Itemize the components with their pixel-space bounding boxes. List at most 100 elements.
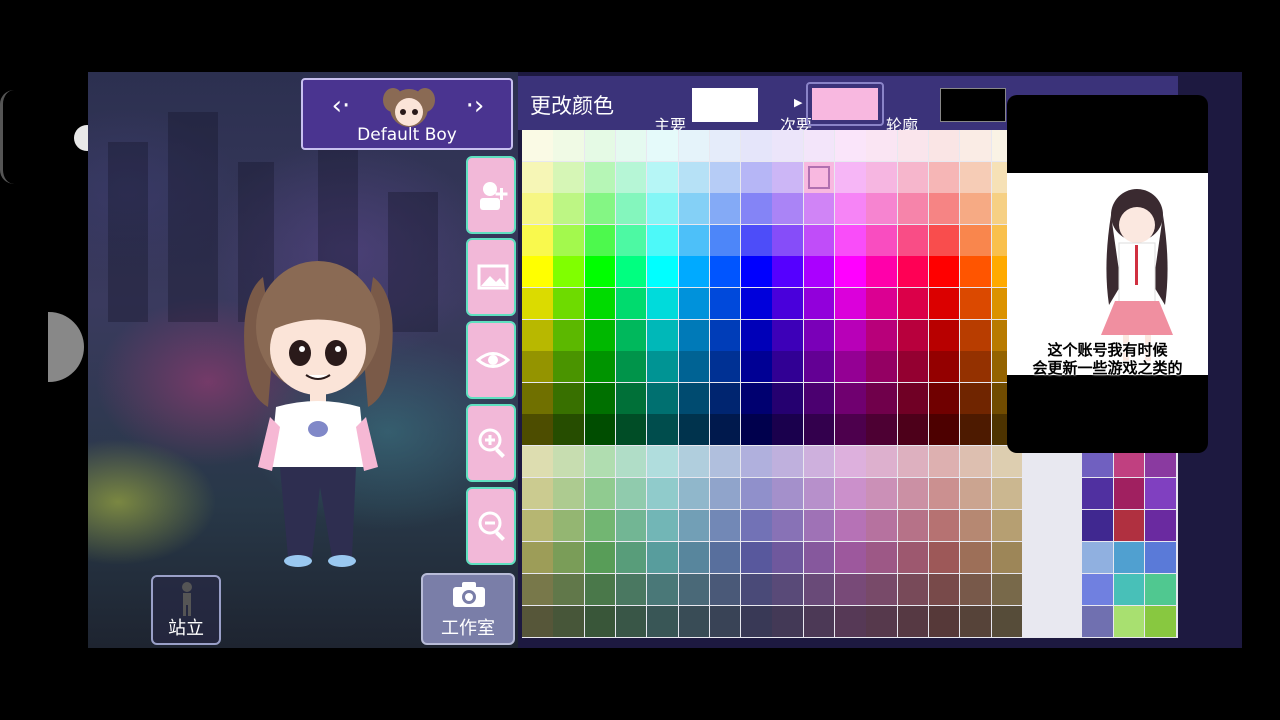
palette-cell[interactable] [803, 414, 835, 446]
palette-cell[interactable] [584, 288, 616, 319]
palette-cell[interactable] [709, 319, 741, 351]
palette-cell[interactable] [647, 288, 678, 319]
palette-cell[interactable] [741, 288, 772, 319]
palette-cell[interactable] [615, 224, 647, 256]
palette-cell[interactable] [709, 574, 741, 605]
palette-cell[interactable] [960, 510, 991, 541]
palette-cell[interactable] [615, 478, 647, 509]
palette-cell[interactable] [709, 382, 741, 414]
palette-cell[interactable] [553, 256, 584, 288]
palette-cell[interactable] [803, 288, 835, 319]
palette-cell[interactable] [709, 414, 741, 446]
palette-cell[interactable] [741, 510, 772, 541]
palette-cell[interactable] [522, 542, 553, 573]
palette-cell[interactable] [897, 351, 929, 383]
palette-cell[interactable] [866, 446, 897, 477]
palette-cell[interactable] [960, 542, 991, 573]
palette-cell[interactable] [584, 161, 616, 193]
palette-cell[interactable] [897, 606, 929, 637]
palette-cell[interactable] [678, 288, 709, 319]
palette-cell[interactable] [928, 606, 960, 637]
palette-cell[interactable] [741, 256, 772, 288]
palette-cell[interactable] [835, 446, 866, 477]
zoom-in-button[interactable] [466, 404, 516, 482]
chevron-left-icon[interactable]: ‹· [327, 92, 355, 120]
palette-cell[interactable] [928, 414, 960, 446]
palette-cell[interactable] [835, 414, 866, 446]
palette-cell[interactable] [803, 161, 835, 193]
palette-cell[interactable] [772, 319, 803, 351]
palette-cell[interactable] [835, 606, 866, 637]
palette-cell[interactable] [835, 193, 866, 225]
palette-cell[interactable] [960, 446, 991, 477]
palette-cell[interactable] [960, 574, 991, 605]
palette-cell[interactable] [553, 193, 584, 225]
palette-cell[interactable] [866, 224, 897, 256]
palette-cell[interactable] [709, 478, 741, 509]
palette-cell[interactable] [772, 130, 803, 161]
palette-cell[interactable] [615, 351, 647, 383]
palette-cell[interactable] [960, 224, 991, 256]
palette-cell[interactable] [960, 319, 991, 351]
palette-cell[interactable] [897, 224, 929, 256]
palette-cell[interactable] [678, 319, 709, 351]
palette-cell[interactable] [647, 351, 678, 383]
palette-cell[interactable] [897, 382, 929, 414]
palette-cell[interactable] [772, 382, 803, 414]
palette-cell[interactable] [522, 193, 553, 225]
palette-cell[interactable] [522, 130, 553, 161]
hide-ui-button[interactable] [466, 321, 516, 399]
palette-cell[interactable] [866, 288, 897, 319]
palette-cell[interactable] [522, 224, 553, 256]
palette-cell[interactable] [522, 351, 553, 383]
palette-cell[interactable] [522, 319, 553, 351]
palette-cell[interactable] [522, 256, 553, 288]
palette-cell[interactable] [928, 161, 960, 193]
palette-cell[interactable] [897, 161, 929, 193]
palette-cell[interactable] [615, 382, 647, 414]
palette-cell[interactable] [647, 606, 678, 637]
palette-cell[interactable] [928, 510, 960, 541]
palette-cell[interactable] [615, 288, 647, 319]
palette-cell[interactable] [928, 351, 960, 383]
palette-cell[interactable] [835, 161, 866, 193]
palette-cell[interactable] [1082, 510, 1113, 541]
palette-cell[interactable] [772, 351, 803, 383]
palette-cell[interactable] [835, 351, 866, 383]
palette-cell[interactable] [960, 288, 991, 319]
palette-cell[interactable] [553, 606, 584, 637]
outline-color-swatch[interactable] [940, 88, 1006, 122]
palette-cell[interactable] [709, 193, 741, 225]
palette-cell[interactable] [741, 130, 772, 161]
palette-cell[interactable] [803, 542, 835, 573]
palette-cell[interactable] [928, 224, 960, 256]
palette-cell[interactable] [1145, 542, 1176, 573]
palette-cell[interactable] [772, 224, 803, 256]
palette-cell[interactable] [772, 256, 803, 288]
palette-cell[interactable] [647, 130, 678, 161]
palette-cell[interactable] [522, 288, 553, 319]
palette-cell[interactable] [584, 224, 616, 256]
palette-cell[interactable] [584, 574, 616, 605]
palette-cell[interactable] [584, 130, 616, 161]
palette-cell[interactable] [835, 542, 866, 573]
palette-cell[interactable] [803, 351, 835, 383]
secondary-color-swatch[interactable] [812, 88, 878, 120]
palette-cell[interactable] [928, 478, 960, 509]
palette-cell[interactable] [897, 542, 929, 573]
palette-cell[interactable] [897, 414, 929, 446]
palette-cell[interactable] [991, 574, 1022, 605]
palette-cell[interactable] [647, 414, 678, 446]
palette-cell[interactable] [803, 478, 835, 509]
palette-cell[interactable] [553, 510, 584, 541]
palette-cell[interactable] [584, 542, 616, 573]
palette-cell[interactable] [553, 382, 584, 414]
palette-cell[interactable] [741, 478, 772, 509]
studio-button[interactable]: 工作室 [421, 573, 515, 645]
palette-cell[interactable] [1082, 542, 1113, 573]
palette-cell[interactable] [522, 414, 553, 446]
palette-cell[interactable] [522, 382, 553, 414]
palette-cell[interactable] [991, 478, 1022, 509]
palette-cell[interactable] [803, 446, 835, 477]
palette-cell[interactable] [553, 161, 584, 193]
